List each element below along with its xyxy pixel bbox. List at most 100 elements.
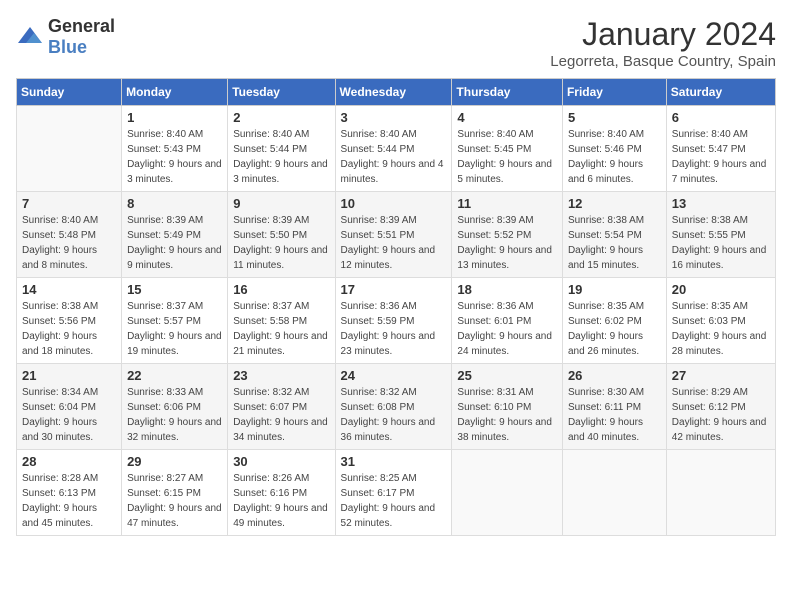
calendar-week-1: 1Sunrise: 8:40 AMSunset: 5:43 PMDaylight… (17, 106, 776, 192)
day-info: Sunrise: 8:39 AMSunset: 5:50 PMDaylight:… (233, 213, 329, 273)
calendar-cell: 14 Sunrise: 8:38 AMSunset: 5:56 PMDayligh… (17, 278, 122, 364)
day-info: Sunrise: 8:32 AMSunset: 6:08 PMDaylight:… (341, 385, 447, 445)
calendar-cell: 27Sunrise: 8:29 AMSunset: 6:12 PMDayligh… (666, 364, 775, 450)
column-header-monday: Monday (122, 79, 228, 106)
column-header-saturday: Saturday (666, 79, 775, 106)
day-number: 16 (233, 282, 329, 297)
calendar-cell: 22 Sunrise: 8:33 AMSunset: 6:06 PMDayligh… (122, 364, 228, 450)
day-number: 11 (457, 196, 557, 211)
calendar-cell: 10 Sunrise: 8:39 AMSunset: 5:51 PMDayligh… (335, 192, 452, 278)
day-number: 29 (127, 454, 222, 469)
calendar-cell: 24 Sunrise: 8:32 AMSunset: 6:08 PMDayligh… (335, 364, 452, 450)
calendar-cell: 16Sunrise: 8:37 AMSunset: 5:58 PMDayligh… (228, 278, 335, 364)
calendar-cell: 20Sunrise: 8:35 AMSunset: 6:03 PMDayligh… (666, 278, 775, 364)
calendar-cell: 23 Sunrise: 8:32 AMSunset: 6:07 PMDayligh… (228, 364, 335, 450)
day-info: Sunrise: 8:40 AMSunset: 5:45 PMDaylight:… (457, 127, 557, 187)
logo: General Blue (16, 16, 115, 58)
day-info: Sunrise: 8:32 AMSunset: 6:07 PMDaylight:… (233, 385, 329, 445)
column-header-sunday: Sunday (17, 79, 122, 106)
calendar-week-3: 14 Sunrise: 8:38 AMSunset: 5:56 PMDayligh… (17, 278, 776, 364)
calendar-cell (666, 450, 775, 536)
calendar-week-4: 21 Sunrise: 8:34 AMSunset: 6:04 PMDayligh… (17, 364, 776, 450)
calendar-cell: 4 Sunrise: 8:40 AMSunset: 5:45 PMDaylight… (452, 106, 563, 192)
month-title: January 2024 (550, 16, 776, 53)
calendar-table: SundayMondayTuesdayWednesdayThursdayFrid… (16, 78, 776, 536)
day-number: 24 (341, 368, 447, 383)
day-info: Sunrise: 8:33 AMSunset: 6:06 PMDaylight:… (127, 385, 222, 445)
calendar-cell (452, 450, 563, 536)
calendar-week-5: 28 Sunrise: 8:28 AMSunset: 6:13 PMDayligh… (17, 450, 776, 536)
day-number: 23 (233, 368, 329, 383)
calendar-cell: 11 Sunrise: 8:39 AMSunset: 5:52 PMDayligh… (452, 192, 563, 278)
day-info: Sunrise: 8:35 AMSunset: 6:02 PMDaylight:… (568, 299, 661, 359)
day-number: 1 (127, 110, 222, 125)
day-number: 25 (457, 368, 557, 383)
day-info: Sunrise: 8:36 AMSunset: 5:59 PMDaylight:… (341, 299, 447, 359)
day-info: Sunrise: 8:30 AMSunset: 6:11 PMDaylight:… (568, 385, 661, 445)
logo-icon (16, 23, 44, 51)
calendar-cell: 9 Sunrise: 8:39 AMSunset: 5:50 PMDaylight… (228, 192, 335, 278)
calendar-cell: 13 Sunrise: 8:38 AMSunset: 5:55 PMDayligh… (666, 192, 775, 278)
day-number: 3 (341, 110, 447, 125)
day-info: Sunrise: 8:40 AMSunset: 5:47 PMDaylight:… (672, 127, 770, 187)
day-info: Sunrise: 8:40 AMSunset: 5:44 PMDaylight:… (341, 127, 447, 187)
day-number: 17 (341, 282, 447, 297)
calendar-week-2: 7Sunrise: 8:40 AMSunset: 5:48 PMDaylight… (17, 192, 776, 278)
calendar-cell: 25Sunrise: 8:31 AMSunset: 6:10 PMDayligh… (452, 364, 563, 450)
day-number: 12 (568, 196, 661, 211)
calendar-cell: 15 Sunrise: 8:37 AMSunset: 5:57 PMDayligh… (122, 278, 228, 364)
calendar-cell: 28 Sunrise: 8:28 AMSunset: 6:13 PMDayligh… (17, 450, 122, 536)
calendar-cell: 2Sunrise: 8:40 AMSunset: 5:44 PMDaylight… (228, 106, 335, 192)
day-number: 4 (457, 110, 557, 125)
day-number: 18 (457, 282, 557, 297)
day-number: 22 (127, 368, 222, 383)
calendar-cell: 3 Sunrise: 8:40 AMSunset: 5:44 PMDaylight… (335, 106, 452, 192)
calendar-cell: 17 Sunrise: 8:36 AMSunset: 5:59 PMDayligh… (335, 278, 452, 364)
day-number: 31 (341, 454, 447, 469)
day-info: Sunrise: 8:39 AMSunset: 5:52 PMDaylight:… (457, 213, 557, 273)
calendar-cell: 5 Sunrise: 8:40 AMSunset: 5:46 PMDaylight… (562, 106, 666, 192)
day-info: Sunrise: 8:29 AMSunset: 6:12 PMDaylight:… (672, 385, 770, 445)
day-number: 10 (341, 196, 447, 211)
day-info: Sunrise: 8:27 AMSunset: 6:15 PMDaylight:… (127, 471, 222, 531)
day-number: 14 (22, 282, 116, 297)
calendar-cell: 31 Sunrise: 8:25 AMSunset: 6:17 PMDayligh… (335, 450, 452, 536)
day-number: 19 (568, 282, 661, 297)
column-header-tuesday: Tuesday (228, 79, 335, 106)
day-number: 9 (233, 196, 329, 211)
day-info: Sunrise: 8:34 AMSunset: 6:04 PMDaylight:… (22, 385, 116, 445)
day-info: Sunrise: 8:25 AMSunset: 6:17 PMDaylight:… (341, 471, 447, 531)
day-number: 6 (672, 110, 770, 125)
day-number: 13 (672, 196, 770, 211)
day-number: 21 (22, 368, 116, 383)
calendar-cell: 8 Sunrise: 8:39 AMSunset: 5:49 PMDaylight… (122, 192, 228, 278)
calendar-cell: 7Sunrise: 8:40 AMSunset: 5:48 PMDaylight… (17, 192, 122, 278)
day-info: Sunrise: 8:36 AMSunset: 6:01 PMDaylight:… (457, 299, 557, 359)
day-info: Sunrise: 8:40 AMSunset: 5:48 PMDaylight:… (22, 213, 116, 273)
column-header-wednesday: Wednesday (335, 79, 452, 106)
day-info: Sunrise: 8:39 AMSunset: 5:49 PMDaylight:… (127, 213, 222, 273)
logo-text: General Blue (48, 16, 115, 58)
day-info: Sunrise: 8:38 AMSunset: 5:54 PMDaylight:… (568, 213, 661, 273)
day-number: 2 (233, 110, 329, 125)
calendar-cell (17, 106, 122, 192)
day-info: Sunrise: 8:38 AMSunset: 5:56 PMDaylight:… (22, 299, 116, 359)
calendar-cell: 12 Sunrise: 8:38 AMSunset: 5:54 PMDayligh… (562, 192, 666, 278)
day-info: Sunrise: 8:37 AMSunset: 5:57 PMDaylight:… (127, 299, 222, 359)
day-number: 28 (22, 454, 116, 469)
title-area: January 2024 Legorreta, Basque Country, … (550, 16, 776, 70)
day-number: 8 (127, 196, 222, 211)
column-header-thursday: Thursday (452, 79, 563, 106)
day-info: Sunrise: 8:39 AMSunset: 5:51 PMDaylight:… (341, 213, 447, 273)
calendar-cell: 18 Sunrise: 8:36 AMSunset: 6:01 PMDayligh… (452, 278, 563, 364)
day-info: Sunrise: 8:38 AMSunset: 5:55 PMDaylight:… (672, 213, 770, 273)
day-info: Sunrise: 8:40 AMSunset: 5:46 PMDaylight:… (568, 127, 661, 187)
day-number: 15 (127, 282, 222, 297)
calendar-cell (562, 450, 666, 536)
calendar-cell: 21 Sunrise: 8:34 AMSunset: 6:04 PMDayligh… (17, 364, 122, 450)
day-info: Sunrise: 8:26 AMSunset: 6:16 PMDaylight:… (233, 471, 329, 531)
day-number: 5 (568, 110, 661, 125)
location-title: Legorreta, Basque Country, Spain (550, 53, 776, 70)
calendar-cell: 1Sunrise: 8:40 AMSunset: 5:43 PMDaylight… (122, 106, 228, 192)
day-info: Sunrise: 8:28 AMSunset: 6:13 PMDaylight:… (22, 471, 116, 531)
